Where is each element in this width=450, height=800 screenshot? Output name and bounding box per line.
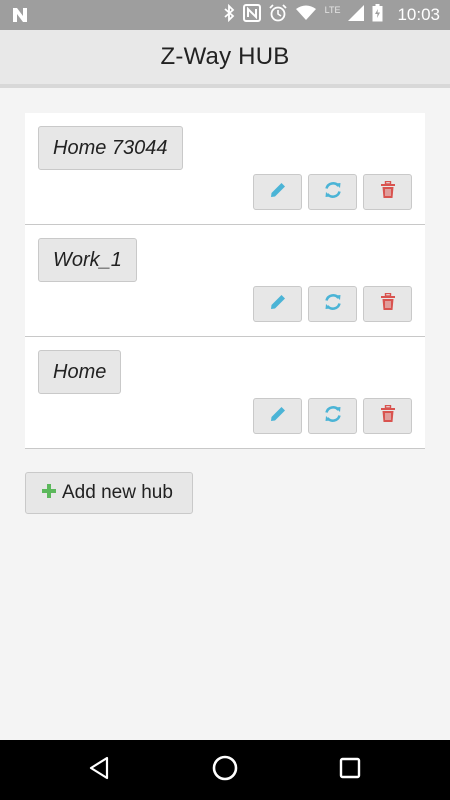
delete-button[interactable]	[363, 174, 412, 210]
network-type-label: LTE	[324, 5, 341, 15]
refresh-button[interactable]	[308, 286, 357, 322]
recents-icon	[339, 757, 361, 784]
status-bar: LTE 10:03	[0, 0, 450, 30]
home-icon	[211, 754, 239, 787]
list-item: Work_1	[25, 225, 425, 337]
refresh-icon	[323, 180, 343, 205]
battery-icon	[372, 3, 383, 27]
alarm-icon	[268, 3, 287, 27]
refresh-icon	[323, 292, 343, 317]
hub-name-button[interactable]: Home 73044	[38, 126, 183, 170]
clock: 10:03	[397, 5, 440, 24]
trash-icon	[380, 180, 396, 204]
list-item: Home	[25, 337, 425, 449]
trash-icon	[380, 292, 396, 316]
hub-actions	[253, 286, 412, 322]
hub-actions	[253, 174, 412, 210]
home-button[interactable]	[210, 755, 240, 785]
add-new-hub-label: Add new hub	[62, 482, 173, 503]
edit-button[interactable]	[253, 174, 302, 210]
pencil-icon	[269, 293, 287, 316]
hub-actions	[253, 398, 412, 434]
delete-button[interactable]	[363, 286, 412, 322]
recents-button[interactable]	[335, 755, 365, 785]
page-title: Z-Way HUB	[160, 43, 290, 70]
refresh-button[interactable]	[308, 398, 357, 434]
list-item: Home 73044	[25, 113, 425, 225]
pencil-icon	[269, 181, 287, 204]
hub-name-button[interactable]: Work_1	[38, 238, 137, 282]
refresh-button[interactable]	[308, 174, 357, 210]
back-button[interactable]	[84, 755, 114, 785]
app-header: Z-Way HUB	[0, 30, 450, 88]
trash-icon	[380, 404, 396, 428]
hub-name-button[interactable]: Home	[38, 350, 122, 394]
add-new-hub-button[interactable]: Add new hub	[25, 472, 193, 514]
n-logo-icon	[10, 5, 30, 30]
delete-button[interactable]	[363, 398, 412, 434]
hub-list: Home 73044 Work_1 Home	[25, 113, 425, 449]
back-icon	[88, 756, 110, 785]
pencil-icon	[269, 405, 287, 428]
plus-icon	[41, 483, 57, 504]
bluetooth-icon	[223, 3, 235, 27]
refresh-icon	[323, 404, 343, 429]
wifi-icon	[295, 5, 317, 26]
edit-button[interactable]	[253, 398, 302, 434]
signal-icon	[348, 4, 365, 26]
navigation-bar	[0, 740, 450, 800]
edit-button[interactable]	[253, 286, 302, 322]
nfc-icon	[242, 3, 261, 27]
